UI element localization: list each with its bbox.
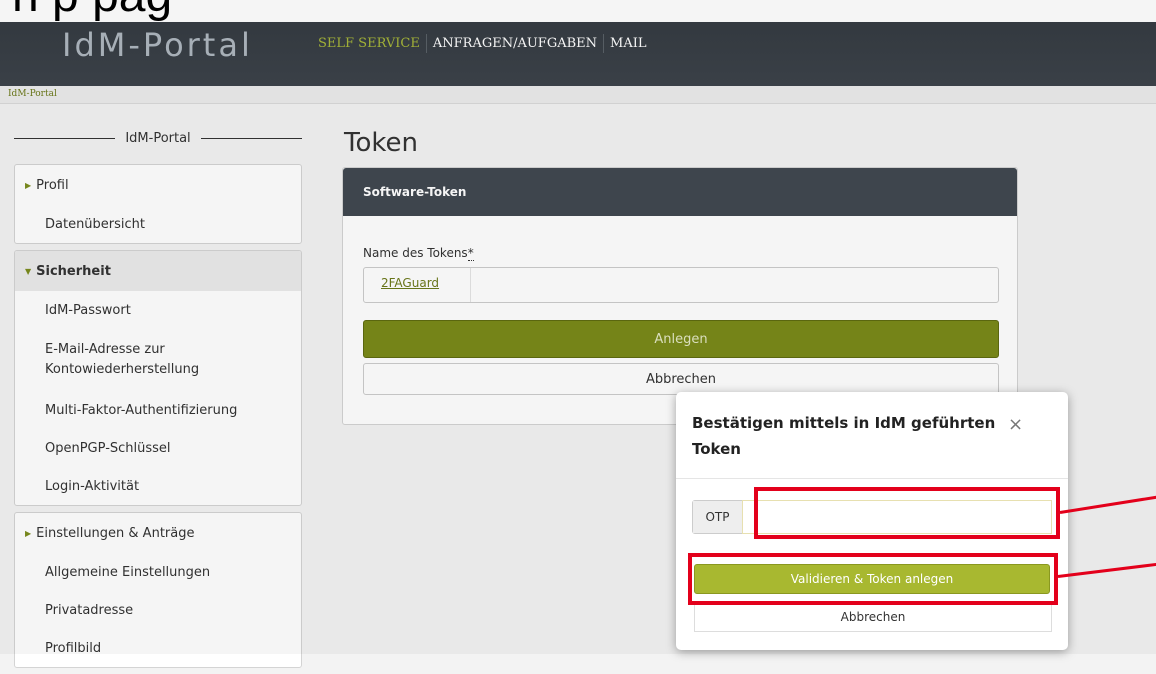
otp-input[interactable] — [742, 500, 1052, 534]
close-icon[interactable]: × — [1008, 414, 1023, 435]
otp-input-group: OTP — [692, 500, 1052, 534]
divider — [676, 478, 1068, 479]
otp-confirm-modal: Bestätigen mittels in IdM geführten Toke… — [676, 392, 1068, 650]
modal-cancel-button[interactable]: Abbrechen — [694, 602, 1052, 632]
validate-and-create-button[interactable]: Validieren & Token anlegen — [694, 564, 1050, 594]
modal-title: Bestätigen mittels in IdM geführten Toke… — [692, 414, 996, 458]
otp-label: OTP — [693, 501, 743, 533]
